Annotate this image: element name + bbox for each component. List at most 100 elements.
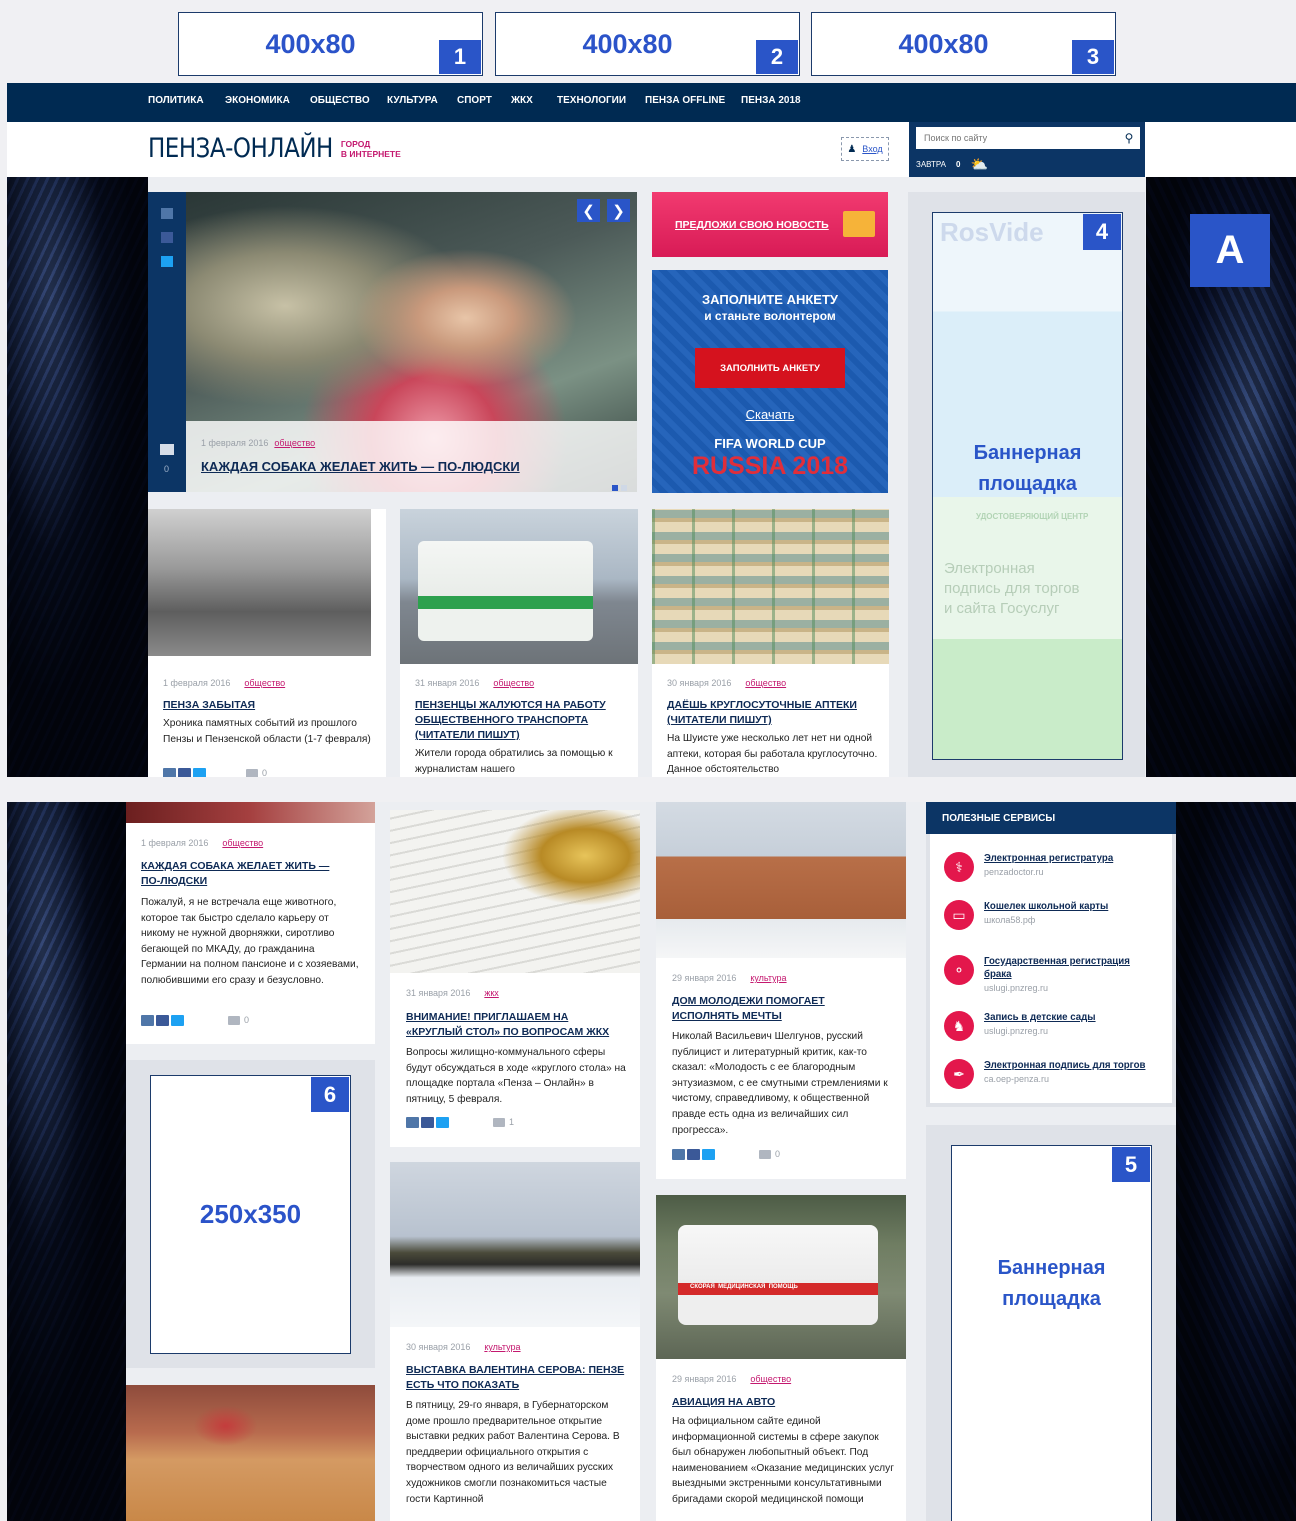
vk-icon[interactable] [161, 208, 173, 219]
facebook-icon[interactable] [161, 232, 173, 243]
skin-badge: A [1190, 214, 1270, 287]
slider-dot-active[interactable] [612, 485, 618, 491]
slider-dot[interactable] [621, 485, 627, 491]
news-category[interactable]: жкх [484, 988, 498, 998]
news-category[interactable]: общество [493, 678, 534, 688]
news-category[interactable]: общество [222, 838, 263, 848]
login-label: Вход [862, 144, 883, 154]
news-title[interactable]: ПЕНЗЕНЦЫ ЖАЛУЮТСЯ НА РАБОТУ ОБЩЕСТВЕННОГ… [415, 698, 625, 743]
nav-item-sport[interactable]: СПОРТ [457, 95, 492, 106]
fifa-fill-label: ЗАПОЛНИТЬ АНКЕТУ [720, 362, 820, 374]
news-image[interactable] [390, 810, 640, 973]
banner-6[interactable]: 250x350 [150, 1075, 351, 1354]
slider-prev-button[interactable]: ❮ [577, 199, 600, 222]
nav-item-tech[interactable]: ТЕХНОЛОГИИ [557, 95, 626, 106]
news-image[interactable] [656, 802, 906, 958]
vk-icon[interactable] [406, 1117, 419, 1128]
news-image[interactable]: СКОРАЯ МЕДИЦИНСКАЯ ПОМОЩЬ [656, 1195, 906, 1359]
comment-count: 1 [509, 1117, 515, 1127]
nav-item-offline[interactable]: ПЕНЗА OFFLINE [645, 95, 725, 106]
nav-item-society[interactable]: ОБЩЕСТВО [310, 95, 370, 106]
banner-size: 400x80 [582, 28, 673, 59]
ambulance-shape: СКОРАЯ МЕДИЦИНСКАЯ ПОМОЩЬ [678, 1225, 878, 1325]
news-title[interactable]: ВНИМАНИЕ! ПРИГЛАШАЕМ НА «КРУГЛЫЙ СТОЛ» П… [406, 1010, 621, 1040]
news-category[interactable]: культура [750, 973, 786, 983]
news-title[interactable]: ДОМ МОЛОДЕЖИ ПОМОГАЕТ ИСПОЛНЯТЬ МЕЧТЫ [672, 994, 872, 1024]
signature-icon: ✒ [944, 1059, 974, 1089]
banner-5[interactable] [951, 1145, 1152, 1521]
news-title[interactable]: ВЫСТАВКА ВАЛЕНТИНА СЕРОВА: ПЕНЗЕ ЕСТЬ ЧТ… [406, 1363, 626, 1393]
ep-line2: подпись для торгов [944, 580, 1080, 597]
nav-item-culture[interactable]: КУЛЬТУРА [387, 95, 438, 106]
news-text: В пятницу, 29-го января, в Губернаторско… [406, 1400, 620, 1505]
fifa-fill-button[interactable]: ЗАПОЛНИТЬ АНКЕТУ [695, 348, 845, 388]
news-image[interactable] [390, 1162, 640, 1327]
service-title[interactable]: Запись в детские сады [984, 1011, 1096, 1024]
logo-text: ПЕНЗА-ОНЛАЙН [148, 134, 333, 164]
service-item[interactable]: ⚕ Электронная регистратура penzadoctor.ru [944, 852, 1113, 882]
vk-icon[interactable] [672, 1149, 685, 1160]
service-title[interactable]: Электронная подпись для торгов [984, 1059, 1145, 1072]
vk-icon[interactable] [141, 1015, 154, 1026]
news-image[interactable] [652, 509, 889, 664]
news-image[interactable] [126, 802, 375, 823]
news-date: 1 февраля 2016 [163, 678, 231, 688]
share-icons [406, 1117, 449, 1128]
news-title[interactable]: ПЕНЗА ЗАБЫТАЯ [163, 698, 373, 713]
comment-count: 0 [775, 1149, 781, 1159]
facebook-icon[interactable] [156, 1015, 169, 1026]
facebook-icon[interactable] [687, 1149, 700, 1160]
nav-item-2018[interactable]: ПЕНЗА 2018 [741, 95, 801, 106]
banner5-label-2: площадка [1002, 1288, 1101, 1310]
nav-item-politics[interactable]: ПОЛИТИКА [148, 95, 204, 106]
twitter-icon[interactable] [702, 1149, 715, 1160]
news-image[interactable] [400, 509, 638, 664]
nav-item-zhkh[interactable]: ЖКХ [511, 95, 533, 106]
service-item[interactable]: ♞ Запись в детские сады uslugi.pnzreg.ru [944, 1011, 1096, 1041]
slider-date: 1 февраля 2016 [201, 438, 269, 448]
slider-category[interactable]: общество [274, 438, 315, 448]
news-category[interactable]: общество [745, 678, 786, 688]
slider-title[interactable]: КАЖДАЯ СОБАКА ЖЕЛАЕТ ЖИТЬ — ПО-ЛЮДСКИ [201, 459, 520, 474]
logo[interactable]: ПЕНЗА-ОНЛАЙН ГОРОД В ИНТЕРНЕТЕ [148, 134, 401, 164]
service-item[interactable]: ⚬ Государственная регистрация брака uslug… [944, 955, 1159, 993]
login-button[interactable]: ♟ Вход [841, 137, 889, 161]
search-box: ⚲ [916, 127, 1140, 149]
news-category[interactable]: культура [484, 1342, 520, 1352]
nav-item-economy[interactable]: ЭКОНОМИКА [225, 95, 290, 106]
skin-right-lower [1176, 802, 1296, 1521]
twitter-icon[interactable] [436, 1117, 449, 1128]
news-text: На официальном сайте единой информационн… [672, 1416, 894, 1505]
news-date: 29 января 2016 [672, 1374, 737, 1384]
fifa-download-link[interactable]: Скачать [652, 407, 888, 422]
top-banner-1[interactable]: 400x80 [178, 12, 483, 76]
service-item[interactable]: ✒ Электронная подпись для торгов ca.oep-p… [944, 1059, 1145, 1089]
service-title[interactable]: Государственная регистрация брака [984, 955, 1159, 981]
service-item[interactable]: ▭ Кошелек школьной карты школа58.рф [944, 900, 1108, 930]
news-category[interactable]: общество [244, 678, 285, 688]
search-icon[interactable]: ⚲ [1118, 131, 1140, 145]
search-input[interactable] [916, 133, 1118, 143]
news-meta: 29 января 2016 общество [672, 1374, 791, 1384]
news-category[interactable]: общество [750, 1374, 791, 1384]
news-date: 30 января 2016 [667, 678, 732, 688]
suggest-news-button[interactable]: ПРЕДЛОЖИ СВОЮ НОВОСТЬ [652, 192, 888, 257]
services-header: ПОЛЕЗНЫЕ СЕРВИСЫ [926, 802, 1176, 834]
service-title[interactable]: Кошелек школьной карты [984, 900, 1108, 913]
news-image[interactable] [148, 509, 371, 656]
news-title[interactable]: ДАЁШЬ КРУГЛОСУТОЧНЫЕ АПТЕКИ (ЧИТАТЕЛИ ПИ… [667, 698, 877, 728]
top-banner-2[interactable]: 400x80 [495, 12, 800, 76]
slider-next-button[interactable]: ❯ [607, 199, 630, 222]
comment-count: 0 [244, 1015, 250, 1025]
banner-badge-5: 5 [1112, 1147, 1150, 1182]
service-title[interactable]: Электронная регистратура [984, 852, 1113, 865]
news-title[interactable]: АВИАЦИЯ НА АВТО [672, 1395, 882, 1410]
twitter-icon[interactable] [161, 256, 173, 267]
top-banner-3[interactable]: 400x80 [811, 12, 1116, 76]
news-meta: 31 января 2016 общество [415, 678, 534, 688]
news-image[interactable] [126, 1385, 375, 1521]
facebook-icon[interactable] [421, 1117, 434, 1128]
news-title[interactable]: КАЖДАЯ СОБАКА ЖЕЛАЕТ ЖИТЬ — ПО-ЛЮДСКИ [141, 859, 351, 889]
news-meta: 1 февраля 2016 общество [163, 678, 285, 688]
twitter-icon[interactable] [171, 1015, 184, 1026]
